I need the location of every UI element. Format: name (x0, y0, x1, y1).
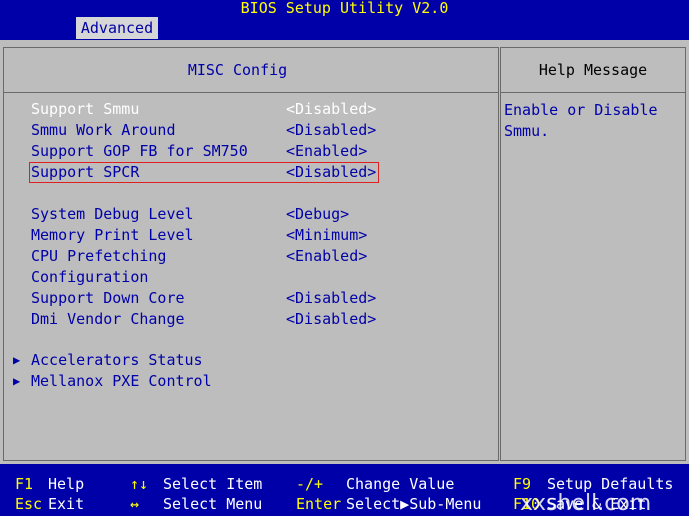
key-plusminus-desc: Change Value (346, 475, 455, 493)
help-title: Help Message (538, 61, 648, 79)
setting-label: CPU Prefetching (31, 247, 167, 265)
setting-cpu-prefetching[interactable]: CPU Prefetching <Enabled> (0, 246, 500, 267)
setting-system-debug-level[interactable]: System Debug Level <Debug> (0, 204, 500, 225)
help-text: Enable or Disable Smmu. (504, 101, 658, 140)
watermark-text: xxshell.com (520, 491, 652, 516)
setting-value[interactable]: <Enabled> (286, 141, 367, 162)
setting-support-down-core[interactable]: Support Down Core <Disabled> (0, 288, 500, 309)
help-divider (500, 92, 686, 93)
submenu-label: Accelerators Status (31, 351, 203, 369)
setting-value[interactable]: <Disabled> (286, 309, 376, 330)
key-esc-desc: Exit (48, 495, 85, 513)
setting-dmi-vendor-change[interactable]: Dmi Vendor Change <Disabled> (0, 309, 500, 330)
key-leftright: ↔ (130, 495, 140, 513)
submenu-label: Mellanox PXE Control (31, 372, 212, 390)
title-bar: BIOS Setup Utility V2.0 Advanced (0, 0, 689, 40)
key-updown-desc: Select Item (163, 475, 263, 493)
setting-value[interactable]: <Disabled> (286, 288, 376, 309)
key-plusminus: -/+ (296, 475, 324, 493)
main-divider (3, 92, 499, 93)
key-enter-desc: Select▶Sub-Menu (346, 495, 482, 513)
setting-memory-print-level[interactable]: Memory Print Level <Minimum> (0, 225, 500, 246)
setting-label: System Debug Level (31, 205, 194, 223)
setting-support-smmu[interactable]: Support Smmu <Disabled> (0, 99, 500, 120)
setting-support-gop-fb[interactable]: Support GOP FB for SM750 <Enabled> (0, 141, 500, 162)
submenu-accelerators-status[interactable]: ▶ Accelerators Status (0, 350, 500, 371)
setting-value[interactable]: <Debug> (286, 204, 349, 225)
submenu-arrow-icon: ▶ (13, 374, 21, 388)
submenu-arrow-icon: ▶ (13, 353, 21, 367)
window-title: BIOS Setup Utility V2.0 (240, 0, 449, 17)
setting-smmu-work-around[interactable]: Smmu Work Around <Disabled> (0, 120, 500, 141)
setting-label: Support GOP FB for SM750 (31, 142, 248, 160)
key-enter: Enter (296, 495, 342, 513)
setting-label: Support Down Core (31, 289, 185, 307)
key-f1: F1 (15, 475, 34, 493)
key-f1-desc: Help (48, 475, 85, 493)
setting-value[interactable]: <Enabled> (286, 246, 367, 267)
setting-label: Smmu Work Around (31, 121, 176, 139)
key-updown: ↑↓ (130, 475, 149, 493)
setting-value[interactable]: <Disabled> (286, 120, 376, 141)
settings-panel: MISC Config Help Message Support Smmu <D… (0, 40, 689, 464)
highlight-box (29, 162, 379, 183)
setting-label: Support Smmu (31, 100, 140, 118)
tab-advanced[interactable]: Advanced (76, 17, 158, 39)
setting-label: Configuration (31, 268, 149, 286)
key-esc: Esc (15, 495, 43, 513)
setting-label: Dmi Vendor Change (31, 310, 185, 328)
section-title: MISC Config (187, 61, 288, 79)
submenu-mellanox-pxe-control[interactable]: ▶ Mellanox PXE Control (0, 371, 500, 392)
setting-value[interactable]: <Minimum> (286, 225, 367, 246)
key-leftright-desc: Select Menu (163, 495, 263, 513)
setting-value[interactable]: <Disabled> (286, 99, 376, 120)
setting-cpu-prefetching-cont: Configuration (0, 267, 500, 288)
setting-label: Memory Print Level (31, 226, 194, 244)
